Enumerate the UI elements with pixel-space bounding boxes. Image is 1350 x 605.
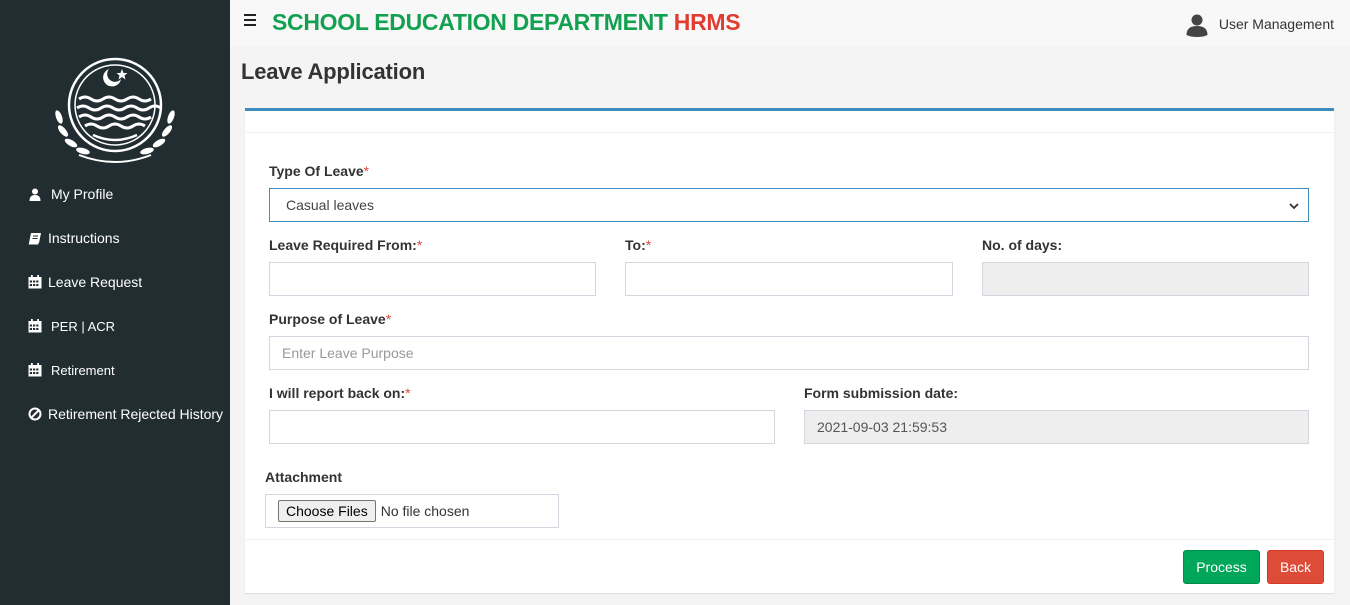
type-of-leave-label-text: Type Of Leave <box>269 163 364 179</box>
form-footer: Process Back <box>245 539 1334 593</box>
sidebar-item-label: My Profile <box>51 186 114 202</box>
submission-date-label-text: Form submission date: <box>804 385 959 401</box>
choose-files-button[interactable]: Choose Files <box>278 500 376 522</box>
report-back-input[interactable] <box>269 410 775 444</box>
leave-from-label: Leave Required From:* <box>269 237 422 253</box>
sidebar: My Profile Instructions Leave Request PE… <box>0 0 230 605</box>
num-days-label-text: No. of days: <box>982 237 1063 253</box>
purpose-input[interactable]: Enter Leave Purpose <box>269 336 1309 370</box>
num-days-field <box>982 262 1309 296</box>
punjab-emblem-logo <box>49 55 181 167</box>
sidebar-item-instructions[interactable]: Instructions <box>0 216 230 260</box>
type-of-leave-label: Type Of Leave* <box>269 163 369 179</box>
purpose-placeholder: Enter Leave Purpose <box>282 345 414 361</box>
attachment-label: Attachment <box>265 469 342 485</box>
sidebar-item-retirement[interactable]: Retirement <box>0 348 230 392</box>
submission-date-label: Form submission date: <box>804 385 958 401</box>
menu-toggle-icon[interactable] <box>244 14 258 28</box>
required-mark: * <box>405 385 411 401</box>
page-title: Leave Application <box>241 59 426 84</box>
leave-application-form: Type Of Leave* Casual leaves Leave Requi… <box>245 108 1334 593</box>
purpose-label: Purpose of Leave* <box>269 311 391 327</box>
sidebar-item-my-profile[interactable]: My Profile <box>0 172 230 216</box>
required-mark: * <box>416 237 423 253</box>
user-avatar-icon <box>1183 11 1210 37</box>
submission-date-value: 2021-09-03 21:59:53 <box>817 419 947 435</box>
ban-icon <box>27 406 43 422</box>
back-button[interactable]: Back <box>1267 550 1324 584</box>
leave-from-input[interactable] <box>269 262 596 296</box>
sidebar-item-leave-request[interactable]: Leave Request <box>0 260 230 304</box>
process-button[interactable]: Process <box>1183 550 1260 584</box>
chevron-down-icon <box>1288 199 1300 211</box>
calendar-icon <box>27 318 43 334</box>
sidebar-item-per-acr[interactable]: PER | ACR <box>0 304 230 348</box>
top-header: SCHOOL EDUCATION DEPARTMENT HRMS User Ma… <box>230 0 1350 45</box>
brand-main: SCHOOL EDUCATION DEPARTMENT <box>272 9 668 35</box>
sidebar-nav: My Profile Instructions Leave Request PE… <box>0 172 230 436</box>
form-header <box>245 111 1334 133</box>
sidebar-item-label: Retirement <box>51 362 115 378</box>
required-mark: * <box>363 163 370 179</box>
type-of-leave-value: Casual leaves <box>286 197 374 213</box>
leave-to-input[interactable] <box>625 262 953 296</box>
app-brand: SCHOOL EDUCATION DEPARTMENT HRMS <box>272 9 741 36</box>
report-back-label-text: I will report back on: <box>269 385 406 401</box>
required-mark: * <box>385 311 392 327</box>
sidebar-item-label: Leave Request <box>48 274 143 290</box>
calendar-icon <box>27 362 43 378</box>
user-menu[interactable]: User Management <box>1183 11 1334 37</box>
leave-to-label-text: To: <box>625 237 646 253</box>
sidebar-item-label: PER | ACR <box>51 318 116 334</box>
sidebar-item-label: Retirement Rejected History <box>48 406 224 422</box>
submission-date-field: 2021-09-03 21:59:53 <box>804 410 1309 444</box>
leave-to-label: To:* <box>625 237 651 253</box>
book-icon <box>27 230 43 246</box>
brand-accent: HRMS <box>673 9 741 35</box>
num-days-label: No. of days: <box>982 237 1062 253</box>
leave-from-label-text: Leave Required From: <box>269 237 417 253</box>
user-menu-label: User Management <box>1218 16 1334 32</box>
sidebar-item-label: Instructions <box>48 230 120 246</box>
file-status-text: No file chosen <box>380 503 470 519</box>
main-content: Leave Application Type Of Leave* Casual … <box>230 45 1350 605</box>
sidebar-item-retirement-rejected-history[interactable]: Retirement Rejected History <box>0 392 230 436</box>
type-of-leave-select[interactable]: Casual leaves <box>269 188 1309 222</box>
attachment-label-text: Attachment <box>265 469 343 485</box>
required-mark: * <box>645 237 652 253</box>
attachment-file-input[interactable]: Choose Files No file chosen <box>265 494 559 528</box>
report-back-label: I will report back on:* <box>269 385 411 401</box>
calendar-icon <box>27 274 43 290</box>
user-icon <box>27 186 43 202</box>
purpose-label-text: Purpose of Leave <box>269 311 386 327</box>
